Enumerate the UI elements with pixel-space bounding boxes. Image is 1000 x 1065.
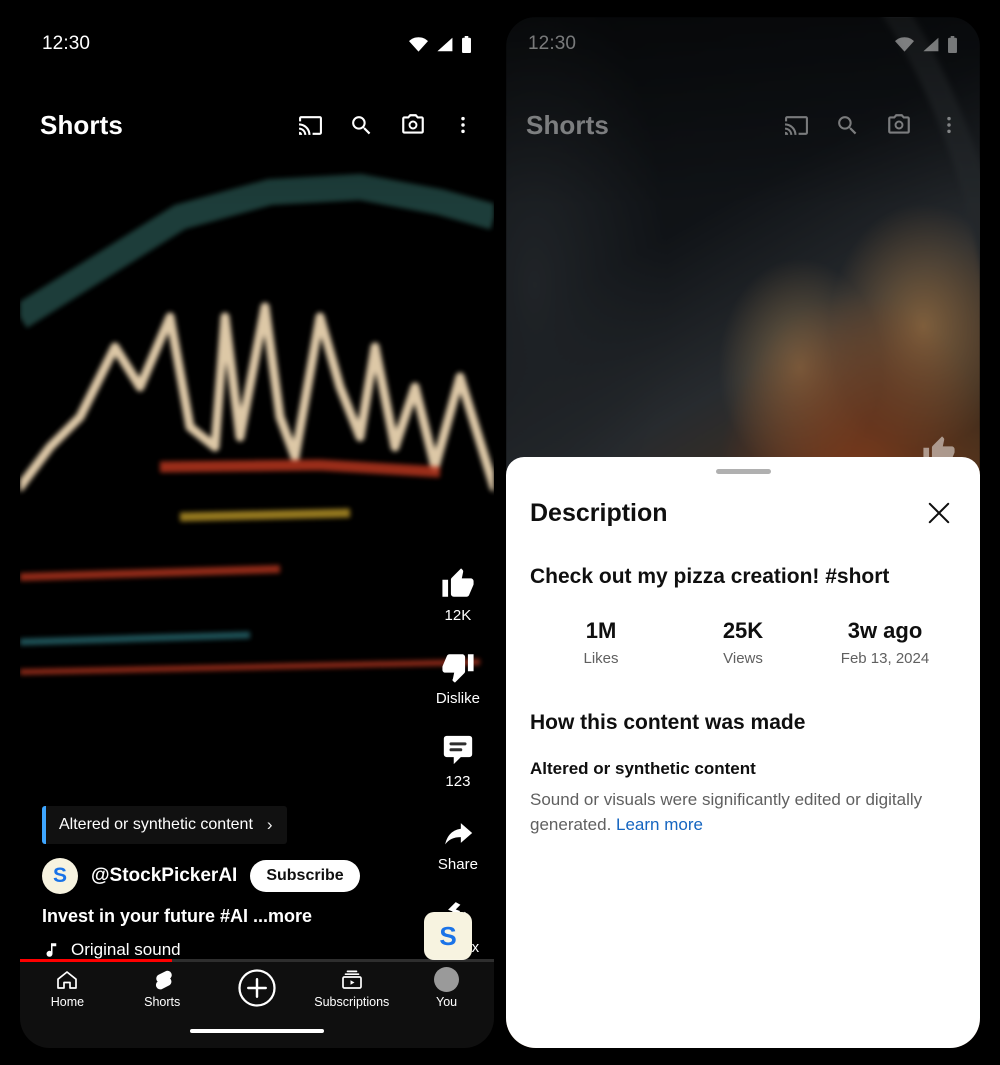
comment-icon [443, 735, 473, 765]
home-icon [57, 970, 78, 989]
stat-label: Feb 13, 2024 [840, 650, 930, 668]
stat-date: 3w ago Feb 13, 2024 [814, 618, 956, 667]
like-count: 12K [444, 607, 472, 624]
nav-label-you: You [436, 995, 458, 1009]
sound-row[interactable]: Original sound [42, 940, 472, 960]
sheet-drag-handle[interactable] [715, 469, 771, 474]
close-icon[interactable] [922, 496, 956, 530]
wifi-icon [895, 36, 914, 52]
disclosure-title: Altered or synthetic content [530, 759, 756, 779]
stat-likes: 1M Likes [530, 618, 672, 667]
camera-icon[interactable] [400, 112, 426, 138]
section-title-how-made: How this content was made [530, 711, 806, 735]
learn-more-link[interactable]: Learn more [616, 815, 703, 834]
app-bar-title: Shorts [40, 109, 123, 140]
nav-item-create[interactable] [210, 967, 305, 1009]
channel-row: S @StockPickerAI Subscribe [42, 858, 472, 894]
nav-label-home: Home [50, 994, 85, 1009]
sound-label: Original sound [71, 940, 181, 959]
stat-label: Views [723, 650, 763, 668]
nav-label-subscriptions: Subscriptions [314, 994, 390, 1009]
avatar[interactable]: S [42, 858, 78, 894]
app-bar-actions [784, 112, 960, 138]
thumbs-down-icon [442, 654, 474, 683]
stat-value: 3w ago [847, 618, 923, 644]
music-note-icon [46, 943, 57, 957]
app-bar: Shorts [506, 95, 980, 155]
search-icon[interactable] [349, 113, 374, 138]
nav-label-shorts: Shorts [144, 994, 181, 1009]
app-bar: Shorts [20, 95, 494, 155]
stat-value: 1M [585, 618, 617, 644]
create-plus-icon [238, 969, 276, 1007]
app-bar-title: Shorts [526, 109, 609, 140]
disclosure-body-text: Sound or visuals were significantly edit… [530, 790, 923, 834]
comment-button[interactable]: 123 [441, 733, 475, 790]
comment-count: 123 [445, 773, 471, 790]
synthetic-content-chip-label: Altered or synthetic content [59, 816, 253, 833]
gesture-bar[interactable] [190, 1029, 324, 1033]
battery-icon [948, 35, 957, 53]
cellular-signal-icon [437, 37, 453, 51]
nav-item-you[interactable]: You [399, 967, 494, 1009]
search-icon[interactable] [835, 113, 860, 138]
phone-left: 12:30 Shorts 12K Dislike 123 Share Alter… [20, 17, 494, 1048]
video-meta: Altered or synthetic content › S @StockP… [20, 806, 494, 960]
caption-more-link[interactable]: ...more [253, 906, 312, 926]
sheet-title: Description [530, 498, 668, 527]
gesture-nav-area [20, 1014, 494, 1048]
sheet-header: Description [530, 482, 956, 534]
dislike-button[interactable]: Dislike [436, 650, 480, 707]
cast-icon[interactable] [298, 113, 323, 138]
wifi-icon [409, 36, 428, 52]
nav-item-shorts[interactable]: Shorts [115, 968, 210, 1009]
stat-label: Likes [583, 650, 619, 668]
thumbs-up-icon [442, 568, 474, 597]
status-icon-group [895, 35, 958, 53]
subscriptions-icon [341, 970, 362, 989]
status-bar: 12:30 [20, 17, 494, 71]
cellular-signal-icon [923, 37, 939, 51]
stats-row: 1M Likes 25K Views 3w ago Feb 13, 2024 [530, 618, 956, 667]
shorts-icon [156, 970, 172, 989]
shorts-player-screen: 12:30 Shorts 12K Dislike 123 Share Alter… [20, 17, 494, 1048]
video-title: Check out my pizza creation! #short [530, 565, 890, 588]
shorts-description-screen: 12:30 Shorts Description Check out my pi… [506, 17, 980, 1048]
status-clock: 12:30 [528, 33, 577, 54]
phone-right: 12:30 Shorts Description Check out my pi… [506, 17, 980, 1048]
bottom-navigation: Home Shorts Subscriptions You [20, 962, 494, 1014]
stat-views: 25K Views [672, 618, 814, 667]
status-clock: 12:30 [42, 33, 91, 54]
dislike-label: Dislike [435, 690, 480, 707]
description-bottom-sheet: Description Check out my pizza creation!… [506, 457, 980, 1048]
camera-icon[interactable] [886, 112, 912, 138]
sheet-handle-wrap [530, 457, 956, 482]
video-caption-text: Invest in your future #AI [42, 906, 254, 926]
video-caption[interactable]: Invest in your future #AI ...more [42, 906, 472, 927]
stat-value: 25K [722, 618, 764, 644]
status-bar: 12:30 [506, 17, 980, 71]
disclosure-body: Sound or visuals were significantly edit… [530, 788, 956, 837]
more-vertical-icon[interactable] [452, 114, 474, 136]
like-button[interactable]: 12K [441, 567, 475, 624]
status-icon-group [409, 35, 472, 53]
more-vertical-icon[interactable] [938, 114, 960, 136]
app-bar-actions [298, 112, 474, 138]
nav-item-subscriptions[interactable]: Subscriptions [304, 968, 399, 1009]
chevron-right-icon: › [266, 815, 273, 834]
account-avatar-icon [434, 967, 460, 992]
channel-handle[interactable]: @StockPickerAI [91, 865, 237, 887]
battery-icon [462, 35, 471, 53]
sound-thumbnail[interactable]: S [424, 912, 472, 960]
nav-item-home[interactable]: Home [20, 968, 115, 1009]
cast-icon[interactable] [784, 113, 809, 138]
subscribe-button[interactable]: Subscribe [250, 860, 360, 892]
synthetic-content-chip[interactable]: Altered or synthetic content › [42, 806, 287, 844]
